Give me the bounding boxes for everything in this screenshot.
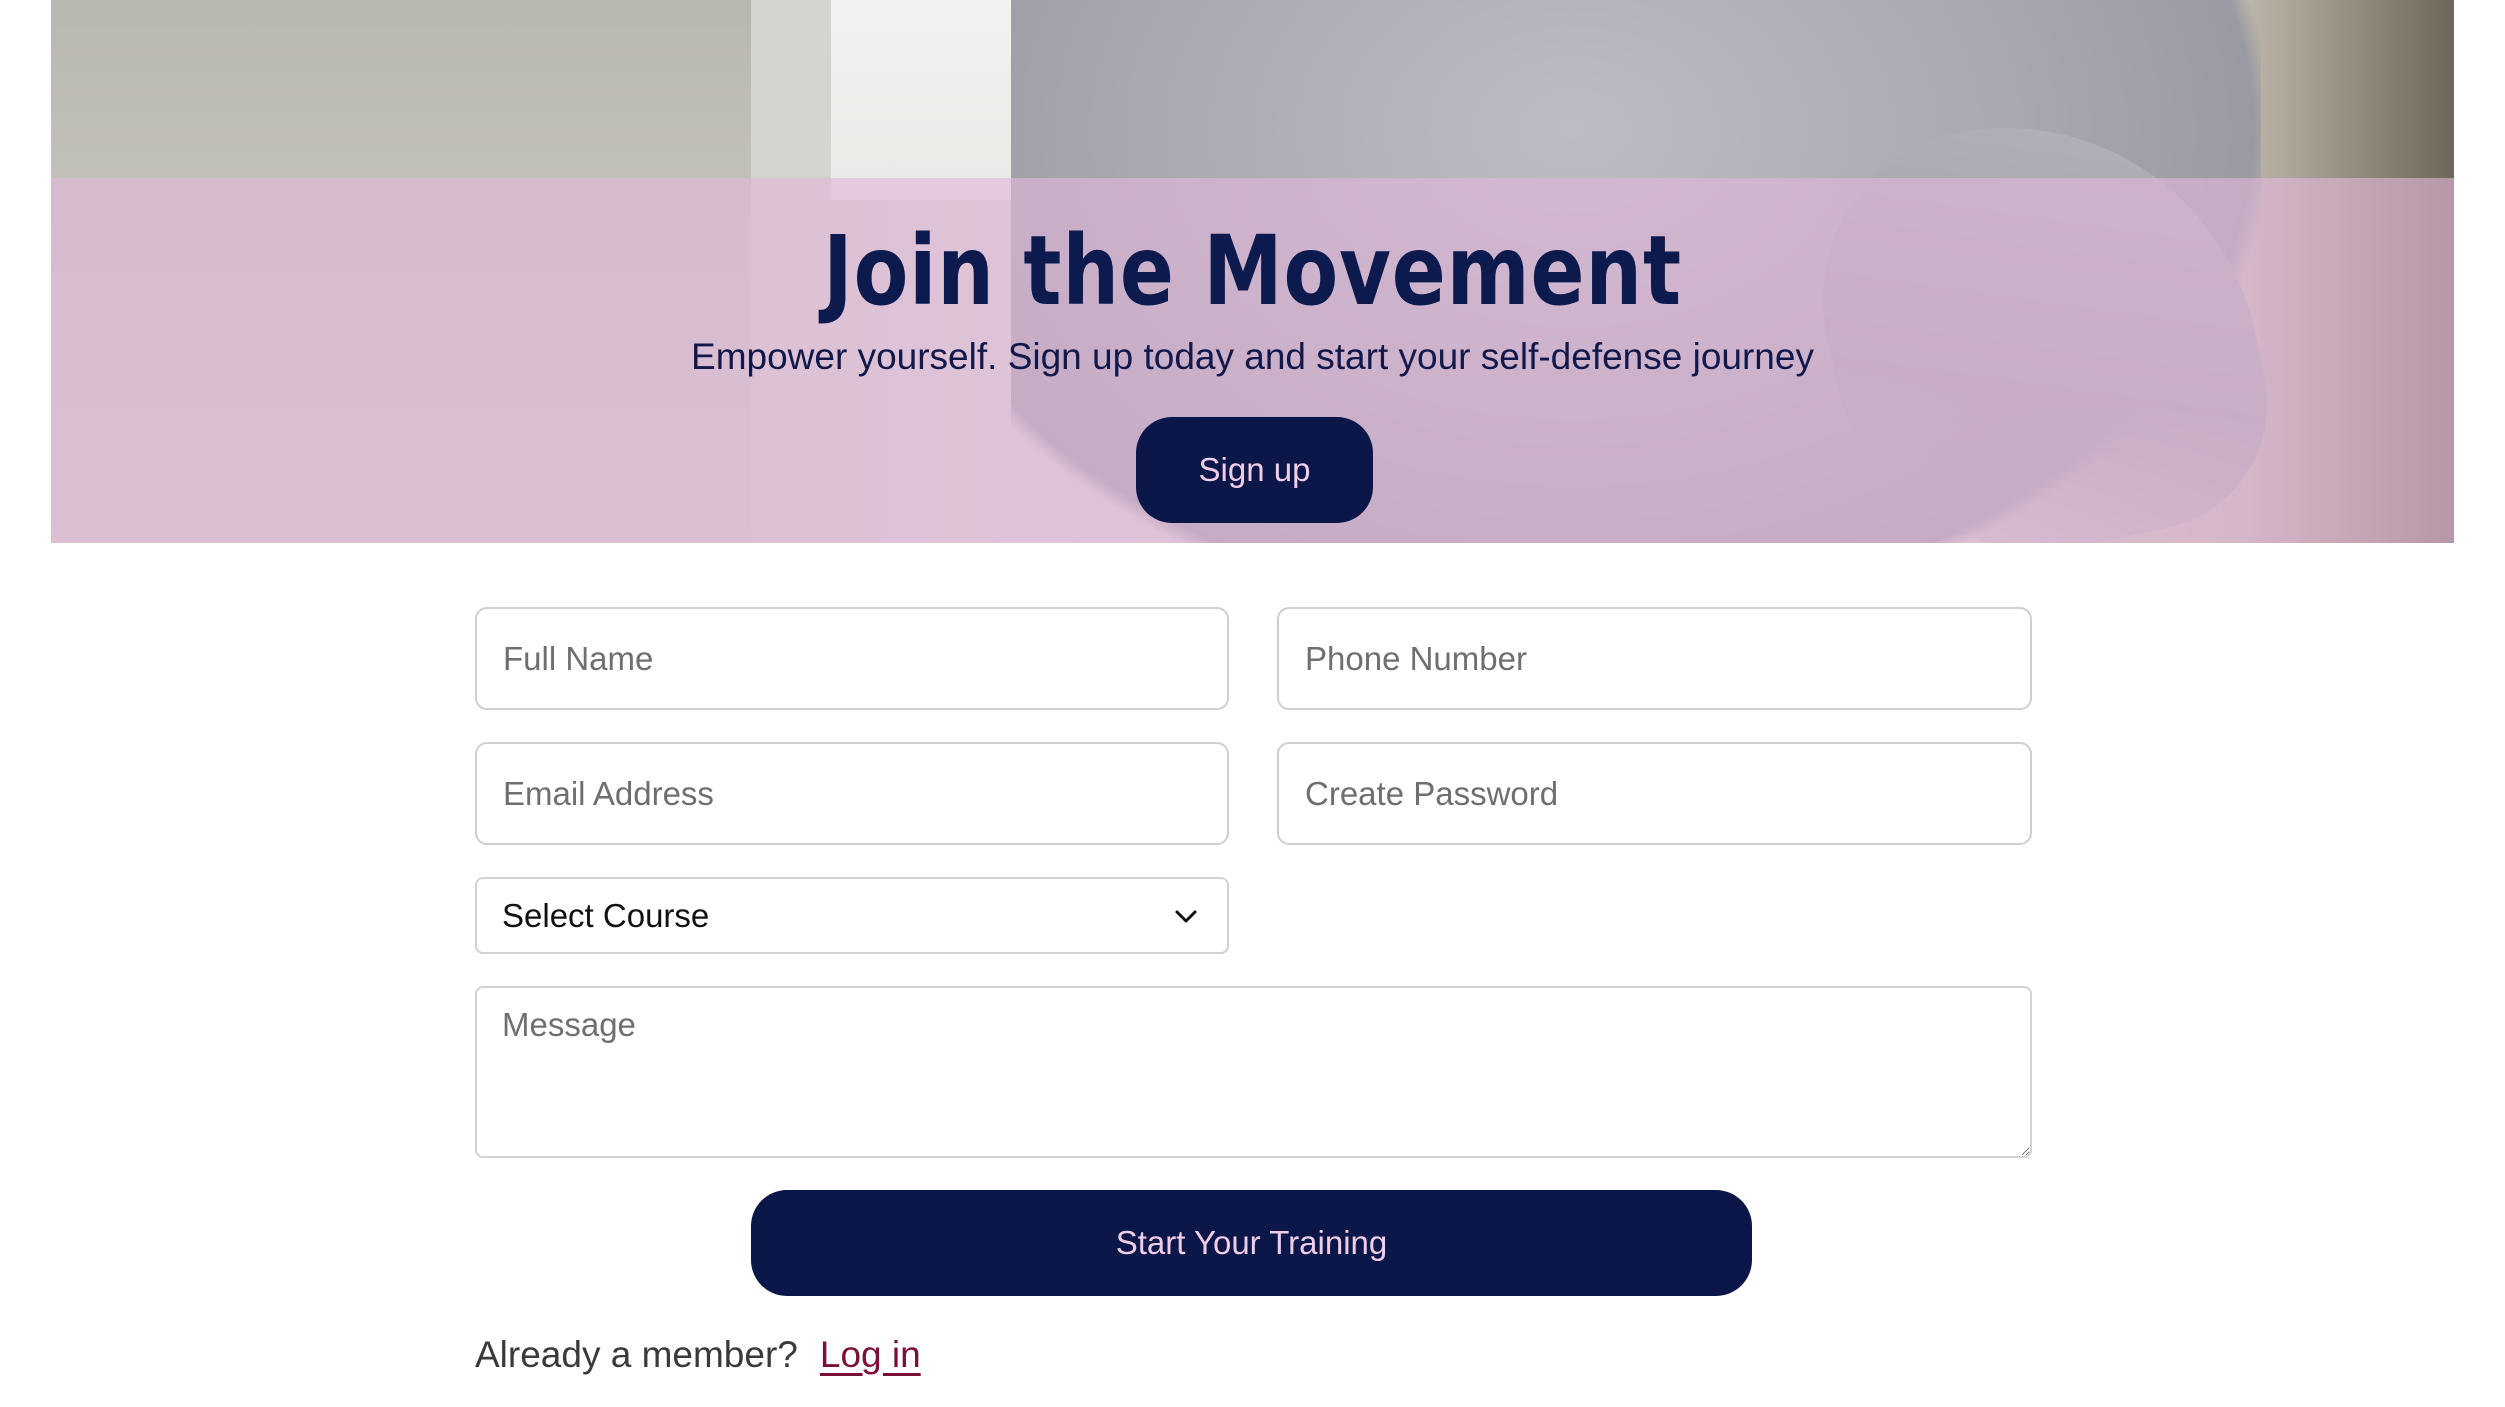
create-password-input[interactable] [1277,742,2032,845]
hero-subtitle: Empower yourself. Sign up today and star… [691,336,1814,377]
hero-content: Join the Movement Empower yourself. Sign… [51,178,2454,543]
email-address-input[interactable] [475,742,1229,845]
message-textarea[interactable] [475,986,2032,1158]
course-select-value: Select Course [502,897,710,934]
hero-title: Join the Movement [823,215,1682,327]
phone-number-input[interactable] [1277,607,2032,710]
login-link[interactable]: Log in [820,1334,921,1375]
member-prompt-text: Already a member? [475,1334,798,1375]
start-training-button[interactable]: Start Your Training [751,1190,1752,1296]
signup-form: Select Course Start Your Training Alread… [475,607,2032,1387]
hero-signup-button[interactable]: Sign up [1136,417,1373,523]
login-prompt: Already a member? Log in [475,1332,921,1378]
full-name-input[interactable] [475,607,1229,710]
chevron-down-icon [1175,910,1197,923]
course-select[interactable]: Select Course [475,877,1229,954]
hero-banner: Join the Movement Empower yourself. Sign… [51,0,2454,543]
